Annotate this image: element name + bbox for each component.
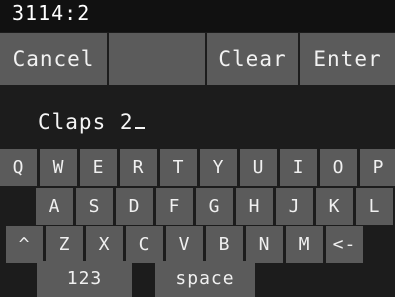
key-r[interactable]: R bbox=[120, 149, 157, 186]
text-input-value[interactable]: Claps 2 bbox=[38, 110, 145, 134]
key-j[interactable]: J bbox=[276, 188, 313, 225]
key-w[interactable]: W bbox=[40, 149, 77, 186]
key-backspace[interactable]: <- bbox=[326, 226, 363, 263]
text-cursor bbox=[134, 127, 145, 129]
enter-button[interactable]: Enter bbox=[300, 33, 395, 85]
key-z[interactable]: Z bbox=[46, 226, 83, 263]
key-o[interactable]: O bbox=[320, 149, 357, 186]
key-e[interactable]: E bbox=[80, 149, 117, 186]
key-u[interactable]: U bbox=[240, 149, 277, 186]
numbers-key[interactable]: 123 bbox=[37, 261, 132, 297]
blank-toolbar-button[interactable] bbox=[109, 33, 205, 85]
clear-button[interactable]: Clear bbox=[207, 33, 298, 85]
space-key[interactable]: space bbox=[155, 261, 255, 297]
key-a[interactable]: A bbox=[36, 188, 73, 225]
key-d[interactable]: D bbox=[116, 188, 153, 225]
key-v[interactable]: V bbox=[166, 226, 203, 263]
key-shift[interactable]: ^ bbox=[6, 226, 43, 263]
key-h[interactable]: H bbox=[236, 188, 273, 225]
key-t[interactable]: T bbox=[160, 149, 197, 186]
text-input-area[interactable]: Claps 2 bbox=[0, 86, 395, 146]
status-text: 3114:2 bbox=[12, 1, 91, 25]
key-n[interactable]: N bbox=[246, 226, 283, 263]
on-screen-keyboard-screen: 3114:2 Cancel Clear Enter Claps 2 QWERTY… bbox=[0, 0, 395, 297]
key-l[interactable]: L bbox=[356, 188, 393, 225]
key-k[interactable]: K bbox=[316, 188, 353, 225]
key-q[interactable]: Q bbox=[0, 149, 37, 186]
text-input-content: Claps 2 bbox=[38, 110, 134, 134]
key-m[interactable]: M bbox=[286, 226, 323, 263]
status-bar: 3114:2 bbox=[0, 0, 395, 32]
key-y[interactable]: Y bbox=[200, 149, 237, 186]
key-b[interactable]: B bbox=[206, 226, 243, 263]
cancel-button[interactable]: Cancel bbox=[0, 33, 107, 85]
key-i[interactable]: I bbox=[280, 149, 317, 186]
key-s[interactable]: S bbox=[76, 188, 113, 225]
key-f[interactable]: F bbox=[156, 188, 193, 225]
key-c[interactable]: C bbox=[126, 226, 163, 263]
key-p[interactable]: P bbox=[360, 149, 395, 186]
key-g[interactable]: G bbox=[196, 188, 233, 225]
key-x[interactable]: X bbox=[86, 226, 123, 263]
